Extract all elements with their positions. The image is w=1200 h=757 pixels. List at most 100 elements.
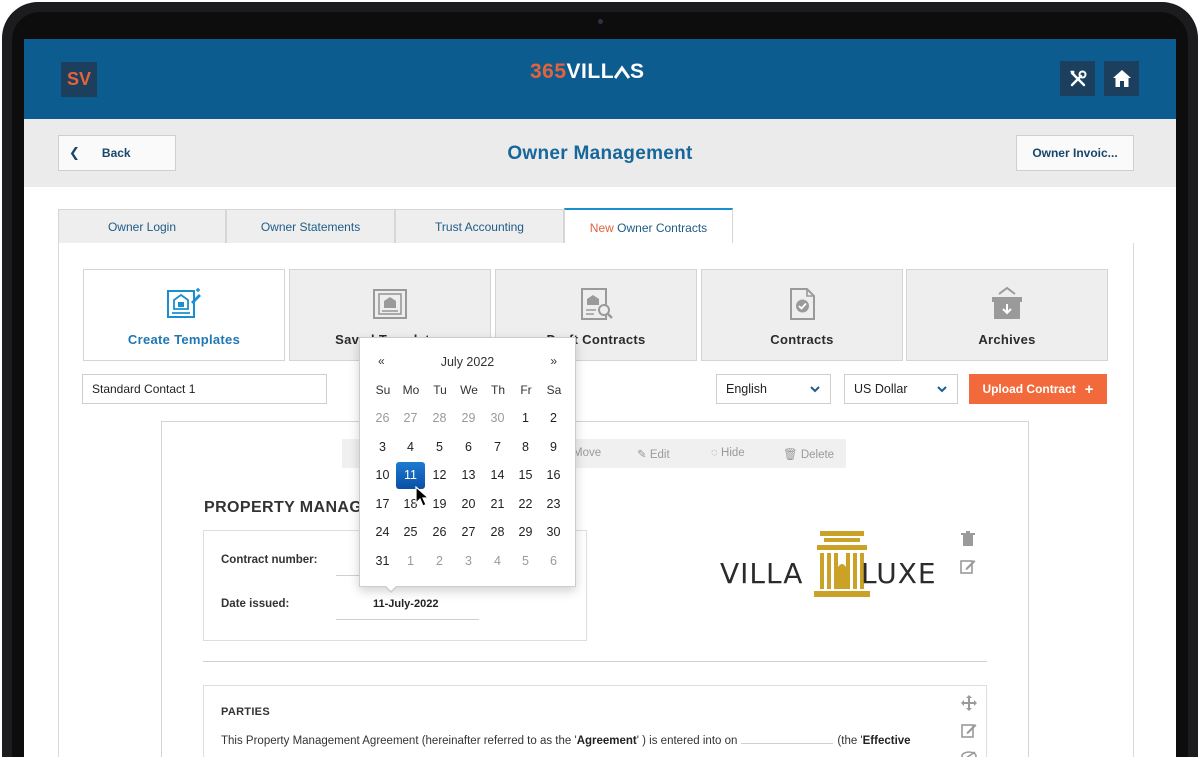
calendar-day[interactable]: 27 <box>454 519 483 546</box>
calendar-day[interactable]: 28 <box>483 519 512 546</box>
logo-text-right: LUXE <box>861 557 937 590</box>
calendar-day[interactable]: 30 <box>483 405 512 432</box>
calendar-day[interactable]: 5 <box>425 434 454 461</box>
calendar-day[interactable]: 29 <box>454 405 483 432</box>
language-select[interactable]: English <box>716 374 831 404</box>
parties-text: This Property Management Agreement (here… <box>221 734 961 747</box>
trash-icon[interactable] <box>959 530 977 548</box>
calendar-day[interactable]: 7 <box>483 434 512 461</box>
calendar-day[interactable]: 27 <box>396 405 425 432</box>
tab-label: Trust Accounting <box>435 219 524 234</box>
calendar-day[interactable]: 2 <box>539 405 568 432</box>
tab-label: Owner Login <box>107 219 177 234</box>
calendar-day[interactable]: 23 <box>539 491 568 518</box>
camera-dot <box>598 19 603 24</box>
calendar-day[interactable]: 8 <box>511 434 540 461</box>
language-value: English <box>726 382 767 396</box>
calendar-day[interactable]: 1 <box>396 548 425 575</box>
weekday-label: Su <box>375 383 391 397</box>
calendar-day[interactable]: 9 <box>539 434 568 461</box>
calendar-day[interactable]: 13 <box>454 462 483 489</box>
villa-luxe-logo: VILLA LUXE <box>720 529 950 601</box>
month-title[interactable]: July 2022 <box>360 355 575 369</box>
effective-date-field[interactable] <box>741 734 834 744</box>
date-issued-value[interactable]: 11-July-2022 <box>373 598 438 610</box>
hide-button[interactable]: ◌ Hide <box>711 447 745 459</box>
card-label: Archives <box>978 332 1036 347</box>
calendar-day[interactable]: 10 <box>368 462 397 489</box>
parties-text-part: (the ' <box>837 735 863 747</box>
edit-icon[interactable] <box>960 721 978 739</box>
tools-button[interactable] <box>1060 61 1095 96</box>
picker-pointer <box>384 585 398 593</box>
user-initials-badge[interactable]: SV <box>61 62 97 97</box>
tab-owner-login[interactable]: Owner Login <box>58 209 226 244</box>
calendar-day[interactable]: 15 <box>511 462 540 489</box>
calendar-day[interactable]: 20 <box>454 491 483 518</box>
brand-logo[interactable]: 365VILL S <box>530 60 645 84</box>
edit-icon: ✎ <box>637 449 647 461</box>
calendar-day[interactable]: 30 <box>539 519 568 546</box>
tab-trust-accounting[interactable]: Trust Accounting <box>395 209 564 244</box>
calendar-day[interactable]: 5 <box>511 548 540 575</box>
brand-word: VILL S <box>566 60 645 83</box>
weekday-label: Th <box>490 383 505 397</box>
edit-icon[interactable] <box>959 557 977 575</box>
calendar-day[interactable]: 17 <box>368 491 397 518</box>
brand-a-icon <box>613 65 631 79</box>
saved-templates-icon <box>370 286 410 322</box>
move-icon[interactable] <box>960 694 978 712</box>
eye-slash-icon[interactable] <box>960 747 978 757</box>
archives-icon <box>987 286 1027 322</box>
upload-contract-button[interactable]: Upload Contract + <box>969 374 1107 404</box>
calendar-day[interactable]: 21 <box>483 491 512 518</box>
agreement-term: Agreement <box>576 735 637 747</box>
calendar-day[interactable]: 16 <box>539 462 568 489</box>
calendar-day[interactable]: 3 <box>454 548 483 575</box>
move-button[interactable]: Move <box>573 447 601 459</box>
calendar-day[interactable]: 28 <box>425 405 454 432</box>
calendar-day[interactable]: 31 <box>368 548 397 575</box>
top-header: SV 365VILL S <box>24 39 1176 119</box>
home-button[interactable] <box>1104 61 1139 96</box>
calendar-day[interactable]: 1 <box>511 405 540 432</box>
card-contracts[interactable]: Contracts <box>701 269 903 361</box>
calendar-day[interactable]: 3 <box>368 434 397 461</box>
card-label: Create Templates <box>127 332 241 347</box>
calendar-day[interactable]: 26 <box>368 405 397 432</box>
delete-button[interactable]: 🗑 Delete <box>783 447 834 461</box>
date-issued-label: Date issued: <box>221 598 290 610</box>
date-issued-field[interactable] <box>336 619 479 620</box>
sub-header: ❮ Back Owner Management Owner Invoic... <box>24 119 1176 187</box>
tab-new-owner-contracts[interactable]: New Owner Contracts <box>564 208 733 245</box>
calendar-day[interactable]: 6 <box>454 434 483 461</box>
calendar-day[interactable]: 6 <box>539 548 568 575</box>
calendar-day[interactable]: 24 <box>368 519 397 546</box>
chevron-down-icon <box>937 386 947 393</box>
calendar-day[interactable]: 26 <box>425 519 454 546</box>
card-create-templates[interactable]: Create Templates <box>83 269 285 361</box>
calendar-day[interactable]: 22 <box>511 491 540 518</box>
edit-button[interactable]: ✎ Edit <box>637 447 670 461</box>
owner-invoice-button[interactable]: Owner Invoic... <box>1016 135 1134 171</box>
calendar-day[interactable]: 4 <box>396 434 425 461</box>
calendar-day[interactable]: 29 <box>511 519 540 546</box>
calendar-day[interactable]: 14 <box>483 462 512 489</box>
brand-number: 365 <box>530 60 567 83</box>
tab-owner-statements[interactable]: Owner Statements <box>226 209 395 244</box>
calendar-day[interactable]: 2 <box>425 548 454 575</box>
draft-contracts-icon <box>576 286 616 322</box>
next-month-button[interactable]: » <box>550 354 557 368</box>
parties-title: PARTIES <box>221 706 270 718</box>
weekday-label: Mo <box>402 383 420 397</box>
logo-text-left: VILLA <box>720 557 804 590</box>
currency-select[interactable]: US Dollar <box>844 374 958 404</box>
template-name-input[interactable]: Standard Contact 1 <box>82 374 327 404</box>
weekday-label: Fr <box>520 383 532 397</box>
delete-label: Delete <box>800 449 835 461</box>
card-archives[interactable]: Archives <box>906 269 1108 361</box>
calendar-day[interactable]: 25 <box>396 519 425 546</box>
eye-slash-icon: ◌ <box>711 447 718 459</box>
calendar-day[interactable]: 4 <box>483 548 512 575</box>
tab-label: Owner Contracts <box>617 220 708 235</box>
